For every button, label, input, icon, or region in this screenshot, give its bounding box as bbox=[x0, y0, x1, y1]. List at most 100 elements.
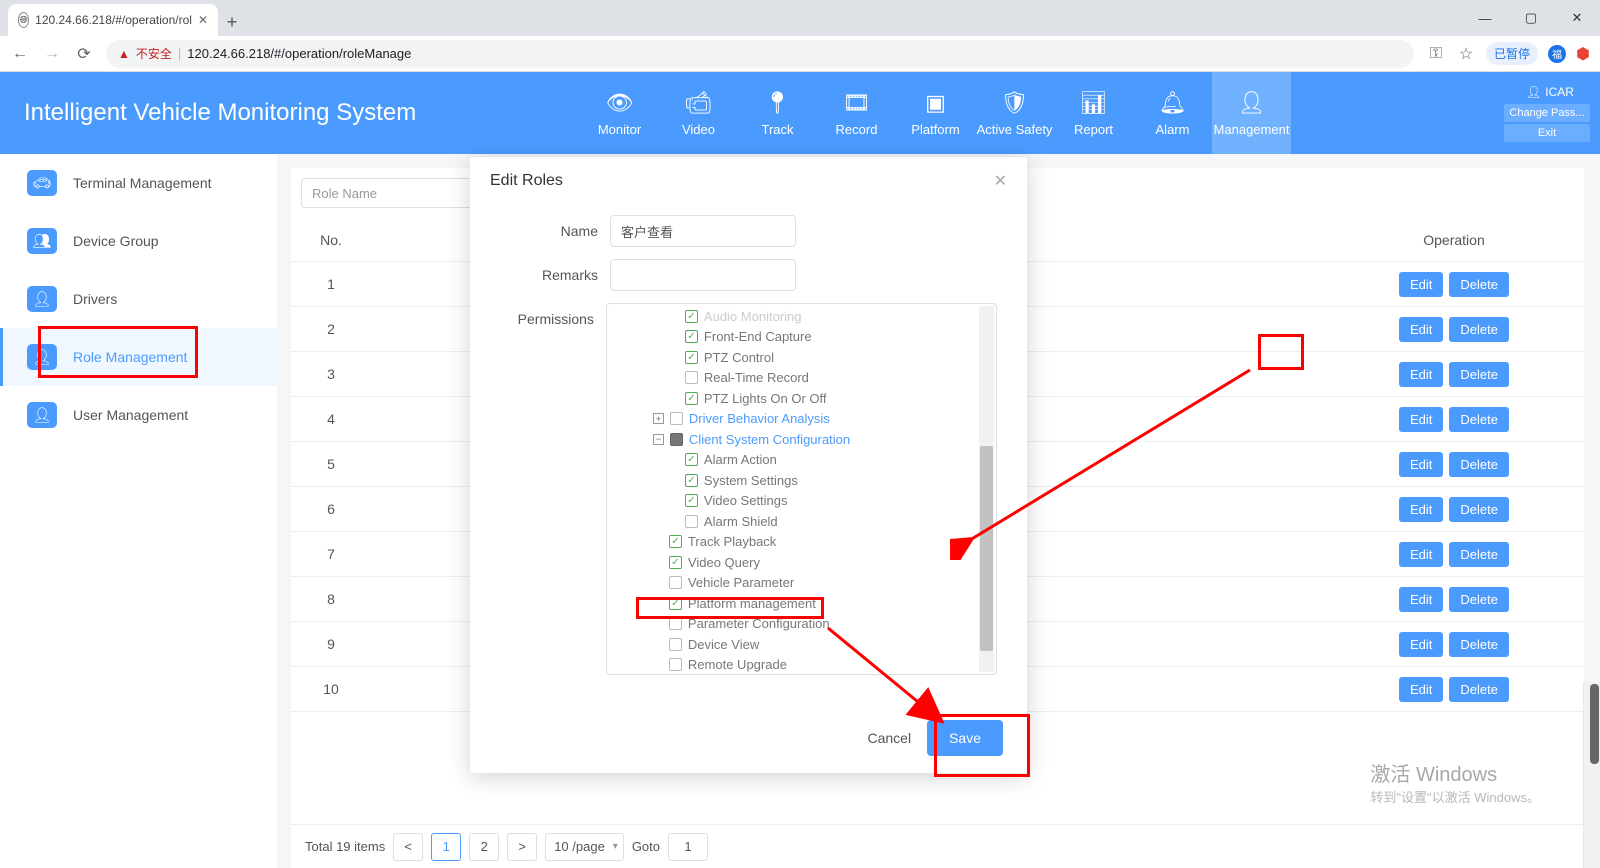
tree-node[interactable]: Vehicle Parameter bbox=[607, 573, 996, 594]
nav-record[interactable]: 🎞︎Record bbox=[817, 72, 896, 154]
checkbox[interactable] bbox=[669, 638, 682, 651]
delete-button[interactable]: Delete bbox=[1449, 632, 1509, 657]
name-input[interactable]: 客户查看 bbox=[610, 215, 796, 247]
delete-button[interactable]: Delete bbox=[1449, 272, 1509, 297]
expander-icon[interactable]: + bbox=[653, 413, 664, 424]
checkbox[interactable] bbox=[669, 658, 682, 671]
paused-chip[interactable]: 已暂停 bbox=[1486, 42, 1538, 65]
permissions-tree[interactable]: ✓Audio Monitoring✓Front-End Capture✓PTZ … bbox=[606, 303, 997, 675]
delete-button[interactable]: Delete bbox=[1449, 587, 1509, 612]
goto-input[interactable]: 1 bbox=[668, 833, 708, 861]
forward-button[interactable]: → bbox=[42, 45, 62, 63]
reload-button[interactable]: ⟳ bbox=[74, 44, 94, 64]
sidebar-item-terminal-management[interactable]: 🚗︎Terminal Management bbox=[0, 154, 277, 212]
nav-platform[interactable]: ▣︎Platform bbox=[896, 72, 975, 154]
nav-monitor[interactable]: 👁︎Monitor bbox=[580, 72, 659, 154]
tree-node[interactable]: ✓Front-End Capture bbox=[607, 327, 996, 348]
checkbox[interactable]: ✓ bbox=[685, 474, 698, 487]
tree-node[interactable]: ✓Video Settings bbox=[607, 491, 996, 512]
minimize-button[interactable]: — bbox=[1462, 0, 1508, 36]
url-input[interactable]: ▲ 不安全 | 120.24.66.218/#/operation/roleMa… bbox=[106, 40, 1414, 68]
page-scrollbar[interactable] bbox=[1583, 682, 1600, 868]
delete-button[interactable]: Delete bbox=[1449, 362, 1509, 387]
tree-node[interactable]: ✓PTZ Control bbox=[607, 347, 996, 368]
page-size-select[interactable]: 10 /page bbox=[545, 833, 624, 861]
checkbox[interactable]: ✓ bbox=[685, 392, 698, 405]
prev-page-button[interactable]: < bbox=[393, 833, 423, 861]
delete-button[interactable]: Delete bbox=[1449, 407, 1509, 432]
edit-button[interactable]: Edit bbox=[1399, 632, 1443, 657]
browser-tab[interactable]: 🌐︎ 120.24.66.218/#/operation/rol ✕ bbox=[8, 4, 218, 36]
edit-button[interactable]: Edit bbox=[1399, 272, 1443, 297]
delete-button[interactable]: Delete bbox=[1449, 317, 1509, 342]
key-icon[interactable]: ⚿ bbox=[1426, 45, 1446, 63]
tree-node[interactable]: ✓System Settings bbox=[607, 470, 996, 491]
profile-avatar[interactable]: 福 bbox=[1548, 45, 1566, 63]
edit-button[interactable]: Edit bbox=[1399, 452, 1443, 477]
tree-node[interactable]: ✓Track Playback bbox=[607, 532, 996, 553]
tree-node[interactable]: ✓Audio Monitoring bbox=[607, 306, 996, 327]
tree-node[interactable]: Parameter Configuration bbox=[607, 614, 996, 635]
scrollbar[interactable] bbox=[979, 306, 994, 672]
cancel-button[interactable]: Cancel bbox=[867, 730, 911, 746]
edit-button[interactable]: Edit bbox=[1399, 497, 1443, 522]
delete-button[interactable]: Delete bbox=[1449, 677, 1509, 702]
checkbox[interactable]: ✓ bbox=[669, 535, 682, 548]
tree-node[interactable]: −Client System Configuration bbox=[607, 429, 996, 450]
tree-node[interactable]: Remote Upgrade bbox=[607, 655, 996, 676]
new-tab-button[interactable]: + bbox=[218, 8, 246, 36]
edit-button[interactable]: Edit bbox=[1399, 542, 1443, 567]
save-button[interactable]: Save bbox=[927, 720, 1003, 756]
checkbox[interactable] bbox=[669, 576, 682, 589]
page-1-button[interactable]: 1 bbox=[431, 833, 461, 861]
checkbox[interactable] bbox=[670, 433, 683, 446]
checkbox[interactable]: ✓ bbox=[685, 310, 698, 323]
checkbox[interactable]: ✓ bbox=[669, 556, 682, 569]
checkbox[interactable]: ✓ bbox=[685, 494, 698, 507]
tree-node[interactable]: Device View bbox=[607, 634, 996, 655]
back-button[interactable]: ← bbox=[10, 45, 30, 63]
maximize-button[interactable]: ▢ bbox=[1508, 0, 1554, 36]
delete-button[interactable]: Delete bbox=[1449, 452, 1509, 477]
nav-management[interactable]: 👤︎Management bbox=[1212, 72, 1291, 154]
sidebar-item-role-management[interactable]: 👤︎Role Management bbox=[0, 328, 277, 386]
sidebar-item-device-group[interactable]: 👥︎Device Group bbox=[0, 212, 277, 270]
tree-node[interactable]: +Driver Behavior Analysis bbox=[607, 409, 996, 430]
tree-node[interactable]: Alarm Shield bbox=[607, 511, 996, 532]
sidebar-item-drivers[interactable]: 👤︎Drivers bbox=[0, 270, 277, 328]
edit-button[interactable]: Edit bbox=[1399, 407, 1443, 432]
change-password-button[interactable]: Change Pass... bbox=[1504, 104, 1590, 122]
tree-node[interactable]: ✓Alarm Action bbox=[607, 450, 996, 471]
star-icon[interactable]: ☆ bbox=[1456, 44, 1476, 64]
page-2-button[interactable]: 2 bbox=[469, 833, 499, 861]
role-name-input[interactable]: Role Name bbox=[301, 178, 479, 208]
checkbox[interactable]: ✓ bbox=[669, 597, 682, 610]
edit-button[interactable]: Edit bbox=[1399, 587, 1443, 612]
tree-node[interactable]: ✓Platform management bbox=[607, 593, 996, 614]
delete-button[interactable]: Delete bbox=[1449, 542, 1509, 567]
tree-node[interactable]: Real-Time Record bbox=[607, 368, 996, 389]
close-icon[interactable]: ✕ bbox=[198, 13, 208, 27]
nav-report[interactable]: 📊︎Report bbox=[1054, 72, 1133, 154]
sidebar-item-user-management[interactable]: 👤︎User Management bbox=[0, 386, 277, 444]
close-icon[interactable]: ✕ bbox=[994, 171, 1007, 191]
checkbox[interactable] bbox=[670, 412, 683, 425]
edit-button[interactable]: Edit bbox=[1399, 677, 1443, 702]
nav-video[interactable]: 📹︎Video bbox=[659, 72, 738, 154]
edit-button[interactable]: Edit bbox=[1399, 317, 1443, 342]
extension-icon[interactable]: ⬢ bbox=[1576, 44, 1590, 64]
tree-node[interactable]: ✓Video Query bbox=[607, 552, 996, 573]
nav-track[interactable]: 📍︎Track bbox=[738, 72, 817, 154]
nav-active-safety[interactable]: 🛡︎Active Safety bbox=[975, 72, 1054, 154]
exit-button[interactable]: Exit bbox=[1504, 124, 1590, 142]
tree-node[interactable]: ✓PTZ Lights On Or Off bbox=[607, 388, 996, 409]
next-page-button[interactable]: > bbox=[507, 833, 537, 861]
remarks-input[interactable] bbox=[610, 259, 796, 291]
checkbox[interactable]: ✓ bbox=[685, 351, 698, 364]
edit-button[interactable]: Edit bbox=[1399, 362, 1443, 387]
close-window-button[interactable]: ✕ bbox=[1554, 0, 1600, 36]
checkbox[interactable] bbox=[685, 371, 698, 384]
checkbox[interactable]: ✓ bbox=[685, 330, 698, 343]
delete-button[interactable]: Delete bbox=[1449, 497, 1509, 522]
checkbox[interactable] bbox=[685, 515, 698, 528]
